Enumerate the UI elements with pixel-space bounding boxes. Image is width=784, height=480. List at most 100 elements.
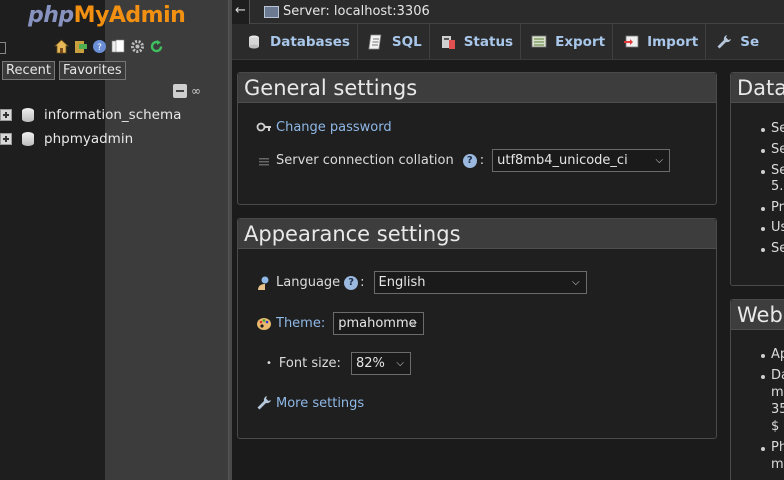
server-breadcrumb-bar: ← Server: localhost:3306 bbox=[232, 0, 784, 24]
help-icon[interactable]: ? bbox=[92, 39, 107, 54]
home-icon[interactable] bbox=[53, 39, 70, 54]
key-icon bbox=[256, 119, 272, 135]
tab-sql[interactable]: SQL bbox=[358, 24, 430, 59]
sql-icon bbox=[368, 34, 384, 50]
back-arrow-icon[interactable]: ← bbox=[232, 0, 250, 24]
collation-value: utf8mb4_unicode_ci bbox=[497, 153, 628, 168]
phpmyadmin-logo[interactable]: phpMyAdmin bbox=[28, 3, 186, 28]
tab-export[interactable]: Export bbox=[521, 24, 614, 59]
tab-favorites[interactable]: Favorites bbox=[58, 61, 126, 80]
bullet bbox=[761, 375, 765, 379]
panel-title: Web bbox=[731, 300, 784, 330]
logout-icon[interactable] bbox=[73, 39, 88, 54]
wrench-icon bbox=[256, 395, 272, 411]
list-item: Da bbox=[771, 368, 784, 383]
chevron-down-icon: ⌵ bbox=[409, 318, 418, 329]
tab-databases[interactable]: Databases bbox=[236, 24, 358, 59]
nav-resizer[interactable] bbox=[228, 0, 232, 480]
chevron-down-icon: ⌵ bbox=[396, 358, 404, 369]
tab-label: Se bbox=[740, 33, 760, 50]
collation-icon bbox=[256, 153, 272, 169]
database-item[interactable]: information_schema bbox=[0, 107, 181, 123]
collation-label: Server connection collation bbox=[276, 153, 454, 168]
docs-icon[interactable] bbox=[111, 39, 126, 54]
list-item: Pr bbox=[771, 200, 784, 215]
more-settings-link[interactable]: More settings bbox=[276, 396, 364, 411]
database-icon bbox=[22, 132, 34, 146]
bullet bbox=[761, 149, 765, 153]
nav-stub-box bbox=[0, 42, 6, 54]
navigation-panel: phpMyAdmin ? Recent Favorites ∞ informat… bbox=[0, 0, 232, 480]
font-size-row: • Font size: 82% ⌵ bbox=[266, 352, 411, 375]
database-icon bbox=[22, 108, 34, 122]
database-item[interactable]: phpmyadmin bbox=[0, 131, 133, 147]
main-menu: Databases SQL Status Export Import Se bbox=[232, 24, 784, 60]
change-password-link[interactable]: Change password bbox=[276, 120, 392, 135]
palette-icon bbox=[256, 316, 272, 332]
chevron-down-icon: ⌵ bbox=[655, 155, 664, 166]
logo-admin: Admin bbox=[108, 3, 186, 28]
database-server-panel: Data Se Se Se 5. Pr Us Se bbox=[730, 72, 784, 286]
list-item: m bbox=[771, 385, 784, 400]
list-item: Ph bbox=[771, 440, 784, 455]
link-icon[interactable]: ∞ bbox=[191, 84, 201, 98]
colon: : bbox=[360, 275, 365, 290]
wrench-icon bbox=[716, 34, 732, 50]
change-password-row: Change password bbox=[256, 119, 392, 135]
theme-row: Theme: pmahomme ⌵ bbox=[256, 312, 425, 335]
database-name[interactable]: information_schema bbox=[44, 107, 181, 123]
databases-icon bbox=[246, 34, 262, 50]
list-item: Se bbox=[771, 121, 784, 136]
bullet bbox=[761, 128, 765, 132]
bullet: • bbox=[266, 358, 272, 369]
tab-settings[interactable]: Se bbox=[706, 24, 766, 59]
help-icon[interactable]: ? bbox=[462, 153, 477, 168]
export-icon bbox=[531, 34, 547, 50]
list-item: 35 bbox=[771, 402, 784, 417]
collation-row: Server connection collation ? : utf8mb4_… bbox=[256, 149, 671, 172]
list-item: Ap bbox=[771, 347, 784, 362]
language-label: Language bbox=[276, 275, 341, 290]
bullet bbox=[761, 447, 765, 451]
nav-icon-bar: ? bbox=[53, 39, 164, 54]
language-row: Language ? : English ⌵ bbox=[256, 271, 587, 294]
theme-select[interactable]: pmahomme ⌵ bbox=[333, 312, 425, 335]
help-icon[interactable]: ? bbox=[344, 275, 359, 290]
server-label[interactable]: Server: localhost:3306 bbox=[283, 4, 430, 19]
bullet bbox=[761, 227, 765, 231]
bullet bbox=[761, 207, 765, 211]
bullet bbox=[761, 248, 765, 252]
tab-label: Import bbox=[647, 33, 699, 50]
list-item: $ bbox=[771, 419, 780, 434]
more-settings-row: More settings bbox=[256, 395, 364, 411]
list-item: 5. bbox=[771, 179, 784, 194]
tab-label: SQL bbox=[391, 33, 422, 50]
general-settings-panel: General settings Change password Server … bbox=[237, 72, 717, 205]
font-size-select[interactable]: 82% ⌵ bbox=[350, 352, 411, 375]
collation-select[interactable]: utf8mb4_unicode_ci ⌵ bbox=[492, 149, 671, 172]
bullet bbox=[761, 354, 765, 358]
font-size-label: Font size: bbox=[278, 356, 341, 371]
tab-label: Status bbox=[463, 33, 514, 50]
nav-tabs: Recent Favorites bbox=[2, 61, 126, 80]
panel-title: General settings bbox=[238, 73, 716, 103]
settings-icon[interactable] bbox=[130, 39, 145, 54]
web-server-panel: Web Ap Da m 35 $ Ph m bbox=[730, 299, 784, 480]
font-size-value: 82% bbox=[355, 356, 385, 371]
language-select[interactable]: English ⌵ bbox=[373, 271, 587, 294]
tab-status[interactable]: Status bbox=[430, 24, 522, 59]
status-icon bbox=[440, 34, 456, 50]
tab-label: Databases bbox=[270, 33, 350, 50]
panel-title: Data bbox=[731, 73, 784, 103]
tab-label: Export bbox=[555, 33, 606, 50]
tab-recent[interactable]: Recent bbox=[2, 61, 55, 80]
server-icon bbox=[264, 5, 279, 18]
database-name[interactable]: phpmyadmin bbox=[44, 131, 133, 147]
list-item: Se bbox=[771, 142, 784, 157]
expand-icon[interactable] bbox=[0, 133, 12, 145]
theme-link[interactable]: Theme: bbox=[276, 316, 325, 331]
reload-icon[interactable] bbox=[149, 39, 164, 54]
expand-icon[interactable] bbox=[0, 109, 12, 121]
collapse-all-icon[interactable] bbox=[173, 84, 187, 98]
tab-import[interactable]: Import bbox=[613, 24, 707, 59]
